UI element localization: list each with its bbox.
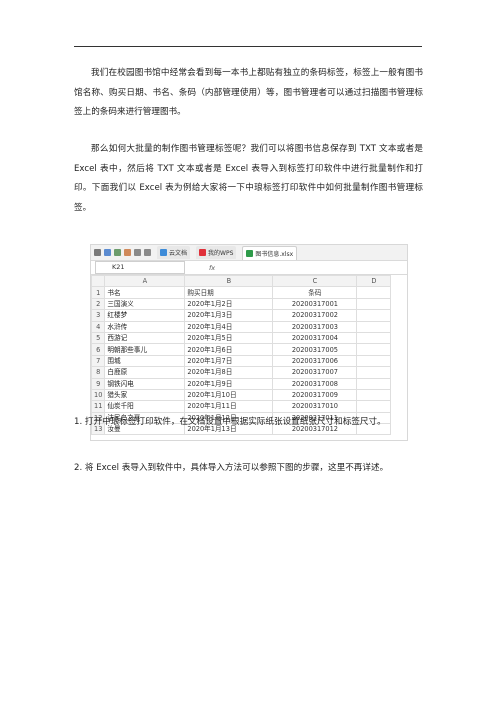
row-number[interactable]: 1 [91, 286, 106, 299]
cell-title[interactable]: 三国演义 [104, 297, 186, 311]
cell-date[interactable]: 2020年1月8日 [184, 366, 274, 379]
tab-book-info[interactable]: 图书信息.xlsx [242, 245, 298, 260]
table-row: 8 白鹿原 2020年1月8日 20200317007 [91, 366, 392, 379]
wps-icon [199, 249, 207, 256]
table-row: 6 明朝那些事儿 2020年1月6日 20200317005 [91, 343, 392, 356]
cell-barcode[interactable]: 20200317005 [272, 343, 358, 356]
table-row: 1 书名 购买日期 条码 [91, 286, 392, 299]
xlsx-icon [246, 249, 254, 257]
cell-barcode[interactable]: 20200317010 [272, 400, 358, 413]
table-row: 9 钢铁闪电 2020年1月9日 20200317008 [91, 377, 392, 390]
cell-barcode[interactable]: 20200317007 [272, 366, 358, 379]
cell-title[interactable]: 仙炭千阳 [104, 400, 186, 413]
column-header[interactable]: A [104, 274, 186, 288]
cell-empty[interactable] [356, 331, 392, 345]
row-number[interactable]: 5 [91, 331, 106, 345]
cell-empty[interactable] [356, 354, 392, 368]
row-number[interactable]: 7 [91, 354, 106, 368]
cell-empty[interactable] [356, 343, 392, 356]
cell-title[interactable]: 书名 [104, 286, 186, 299]
row-number[interactable]: 9 [91, 377, 106, 390]
cell-date[interactable]: 2020年1月11日 [184, 400, 274, 413]
intro-paragraph: 我们在校园图书馆中经常会看到每一本书上都贴有独立的条码标签，标签上一般有图书馆名… [74, 68, 423, 117]
menu-icon[interactable] [94, 249, 101, 256]
cell-date[interactable]: 2020年1月7日 [184, 354, 274, 368]
cell-empty[interactable] [356, 320, 392, 333]
cell-title[interactable]: 西游记 [104, 331, 186, 345]
row-number[interactable]: 6 [91, 343, 106, 356]
step-1: 1. 打开中琅标签打印软件，在文档设置中根据实际纸张设置纸张尺寸和标签尺寸。 [74, 417, 386, 427]
save-icon[interactable] [104, 249, 111, 256]
cell-title[interactable]: 钢铁闪电 [104, 377, 186, 390]
question-paragraph: 那么如何大批量的制作图书管理标签呢？我们可以将图书信息保存到 TXT 文本或者是… [74, 144, 423, 213]
cell-title[interactable]: 红楼梦 [104, 309, 186, 322]
cell-barcode[interactable]: 20200317009 [272, 388, 358, 402]
cell-empty[interactable] [356, 309, 392, 322]
cell-date[interactable]: 购买日期 [184, 286, 274, 299]
row-number[interactable]: 4 [91, 320, 106, 333]
cell-title[interactable]: 围城 [104, 354, 186, 368]
column-header[interactable]: C [272, 274, 358, 288]
step-2: 2. 将 Excel 表导入到软件中，具体导入方法可以参照下图的步骤，这里不再详… [74, 463, 389, 473]
table-row: 2 三国演义 2020年1月2日 20200317001 [91, 297, 392, 311]
table-row: 3 红楼梦 2020年1月3日 20200317002 [91, 309, 392, 322]
cell-date[interactable]: 2020年1月2日 [184, 297, 274, 311]
cell-title[interactable]: 白鹿原 [104, 366, 186, 379]
table-row: 11 仙炭千阳 2020年1月11日 20200317010 [91, 400, 392, 413]
cell-barcode[interactable]: 20200317004 [272, 331, 358, 345]
corner-cell[interactable] [91, 274, 106, 288]
row-number[interactable]: 11 [91, 400, 106, 413]
table-row: 7 围城 2020年1月7日 20200317006 [91, 354, 392, 368]
cell-title[interactable]: 猎头家 [104, 388, 186, 402]
cell-date[interactable]: 2020年1月3日 [184, 309, 274, 322]
cell-empty[interactable] [356, 366, 392, 379]
row-number[interactable]: 8 [91, 366, 106, 379]
cell-barcode[interactable]: 20200317003 [272, 320, 358, 333]
toolbar: 云文档 我的WPS 图书信息.xlsx [91, 245, 407, 261]
cell-empty[interactable] [356, 400, 392, 413]
cell-barcode[interactable]: 20200317006 [272, 354, 358, 368]
data-grid: A B C D 1 书名 购买日期 条码 2 三国演义 2020年1月2日 20200317001 3 红… [91, 274, 392, 436]
cell-date[interactable]: 2020年1月10日 [184, 388, 274, 402]
cloud-icon [160, 249, 167, 256]
cell-date[interactable]: 2020年1月6日 [184, 343, 274, 356]
cell-date[interactable]: 2020年1月5日 [184, 331, 274, 345]
header-rule [74, 46, 422, 47]
cell-empty[interactable] [356, 388, 392, 402]
tab-my-wps[interactable]: 我的WPS [196, 246, 237, 259]
redo-icon[interactable] [144, 249, 151, 256]
cell-barcode[interactable]: 20200317001 [272, 297, 358, 311]
tab-cloud-docs[interactable]: 云文档 [157, 246, 191, 259]
row-number[interactable]: 2 [91, 297, 106, 311]
preview-icon[interactable] [124, 249, 131, 256]
undo-icon[interactable] [134, 249, 141, 256]
row-number[interactable]: 3 [91, 309, 106, 322]
cell-title[interactable]: 水浒传 [104, 320, 186, 333]
column-header[interactable]: B [184, 274, 274, 288]
print-icon[interactable] [114, 249, 121, 256]
formula-bar: K21 fx [91, 261, 407, 275]
row-number[interactable]: 10 [91, 388, 106, 402]
table-row: 10 猎头家 2020年1月10日 20200317009 [91, 388, 392, 402]
table-row: 5 西游记 2020年1月5日 20200317004 [91, 331, 392, 345]
table-row: 4 水浒传 2020年1月4日 20200317003 [91, 320, 392, 333]
column-header[interactable]: D [356, 274, 392, 288]
cell-barcode[interactable]: 20200317008 [272, 377, 358, 390]
column-header-row: ABCD [91, 274, 392, 288]
cell-date[interactable]: 2020年1月9日 [184, 377, 274, 390]
cell-empty[interactable] [356, 297, 392, 311]
spreadsheet-screenshot: 云文档 我的WPS 图书信息.xlsx K21 fx A B C D 1 书名 购买日期 条码… [90, 244, 408, 441]
cell-title[interactable]: 明朝那些事儿 [104, 343, 186, 356]
name-box[interactable]: K21 [95, 261, 185, 274]
cell-barcode[interactable]: 20200317002 [272, 309, 358, 322]
cell-empty[interactable] [356, 377, 392, 390]
cell-empty[interactable] [356, 286, 392, 299]
cell-barcode[interactable]: 条码 [272, 286, 358, 299]
cell-date[interactable]: 2020年1月4日 [184, 320, 274, 333]
fx-label[interactable]: fx [209, 264, 215, 272]
